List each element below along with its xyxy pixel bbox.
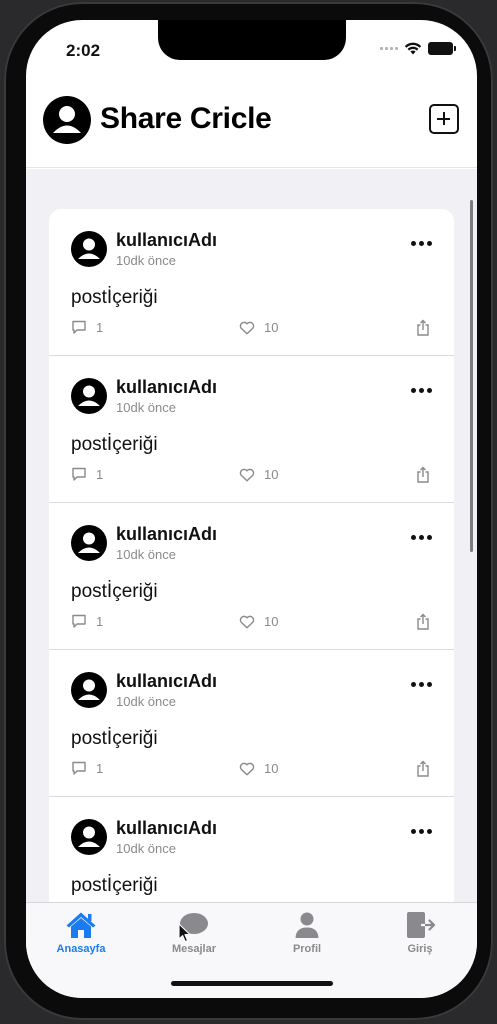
- mouse-cursor-icon: [178, 923, 191, 943]
- post-item[interactable]: kullanıcıAdı 10dk önce postİçeriği 1 10: [49, 650, 454, 797]
- post-content: postİçeriği: [71, 728, 158, 749]
- wifi-icon: [404, 42, 422, 55]
- post-time: 10dk önce: [116, 400, 176, 415]
- share-icon: [417, 760, 429, 777]
- more-options-icon[interactable]: [411, 388, 432, 393]
- feed[interactable]: kullanıcıAdı 10dk önce postİçeriği 1 10: [26, 169, 477, 903]
- tab-label: Giriş: [407, 943, 433, 955]
- more-options-icon[interactable]: [411, 535, 432, 540]
- like-count: 10: [264, 320, 279, 335]
- share-icon: [417, 319, 429, 336]
- comment-icon: [72, 467, 86, 481]
- home-indicator[interactable]: [171, 981, 333, 986]
- more-options-icon[interactable]: [411, 682, 432, 687]
- post-avatar-icon[interactable]: [71, 672, 107, 708]
- more-options-icon[interactable]: [411, 829, 432, 834]
- post-item[interactable]: kullanıcıAdı 10dk önce postİçeriği 1 10: [49, 209, 454, 356]
- post-list: kullanıcıAdı 10dk önce postİçeriği 1 10: [49, 209, 454, 903]
- post-time: 10dk önce: [116, 253, 176, 268]
- house-icon: [66, 912, 96, 938]
- more-options-icon[interactable]: [411, 241, 432, 246]
- post-item[interactable]: kullanıcıAdı 10dk önce postİçeriği 1 10: [49, 356, 454, 503]
- tab-label: Profil: [292, 943, 322, 955]
- cellular-signal-icon: [380, 47, 398, 50]
- post-item[interactable]: kullanıcıAdı 10dk önce postİçeriği 1 10: [49, 503, 454, 650]
- post-avatar-icon[interactable]: [71, 819, 107, 855]
- status-time: 2:02: [66, 41, 101, 60]
- door-arrow-icon: [407, 912, 436, 938]
- post-username[interactable]: kullanıcıAdı: [116, 818, 217, 839]
- heart-icon: [239, 762, 255, 775]
- heart-icon: [239, 615, 255, 628]
- post-content: postİçeriği: [71, 434, 158, 455]
- post-username[interactable]: kullanıcıAdı: [116, 671, 217, 692]
- post-content: postİçeriği: [71, 875, 158, 896]
- comment-icon: [72, 320, 86, 334]
- post-item[interactable]: kullanıcıAdı 10dk önce postİçeriği: [49, 797, 454, 903]
- share-button[interactable]: [416, 319, 430, 341]
- tab-profile[interactable]: Profil: [257, 911, 357, 955]
- share-icon: [417, 613, 429, 630]
- notch: [158, 20, 346, 60]
- post-avatar-icon[interactable]: [71, 378, 107, 414]
- tab-label: Mesajlar: [171, 943, 217, 955]
- like-count: 10: [264, 467, 279, 482]
- app-header: Share Cricle: [26, 80, 477, 168]
- post-time: 10dk önce: [116, 841, 176, 856]
- heart-icon: [239, 321, 255, 334]
- like-button[interactable]: 10: [239, 761, 278, 776]
- like-count: 10: [264, 614, 279, 629]
- app-screen: 2:02 Share Cricle kullanıcıAdı 10dk önce…: [26, 20, 477, 998]
- status-icons: [380, 42, 456, 55]
- like-button[interactable]: 10: [239, 614, 278, 629]
- post-avatar-icon[interactable]: [71, 231, 107, 267]
- comment-icon: [72, 761, 86, 775]
- tab-messages[interactable]: Mesajlar: [144, 911, 244, 955]
- share-button[interactable]: [416, 760, 430, 782]
- post-username[interactable]: kullanıcıAdı: [116, 524, 217, 545]
- share-button[interactable]: [416, 613, 430, 635]
- comment-button[interactable]: 1: [71, 761, 103, 776]
- share-icon: [417, 466, 429, 483]
- post-username[interactable]: kullanıcıAdı: [116, 230, 217, 251]
- tab-login[interactable]: Giriş: [370, 911, 470, 955]
- post-username[interactable]: kullanıcıAdı: [116, 377, 217, 398]
- scrollbar[interactable]: [470, 200, 473, 552]
- add-post-button[interactable]: [429, 104, 459, 134]
- comment-count: 1: [96, 467, 104, 482]
- post-time: 10dk önce: [116, 694, 176, 709]
- like-button[interactable]: 10: [239, 320, 278, 335]
- comment-icon: [72, 614, 86, 628]
- page-title: Share Cricle: [100, 102, 272, 135]
- like-button[interactable]: 10: [239, 467, 278, 482]
- post-avatar-icon[interactable]: [71, 525, 107, 561]
- tab-home[interactable]: Anasayfa: [31, 911, 131, 955]
- post-content: postİçeriği: [71, 581, 158, 602]
- comment-count: 1: [96, 320, 104, 335]
- comment-button[interactable]: 1: [71, 320, 103, 335]
- post-time: 10dk önce: [116, 547, 176, 562]
- comment-count: 1: [96, 614, 104, 629]
- post-content: postİçeriği: [71, 287, 158, 308]
- comment-button[interactable]: 1: [71, 614, 103, 629]
- heart-icon: [239, 468, 255, 481]
- tab-label: Anasayfa: [56, 943, 106, 955]
- user-avatar-icon[interactable]: [43, 96, 91, 144]
- comment-button[interactable]: 1: [71, 467, 103, 482]
- battery-icon: [428, 42, 456, 55]
- share-button[interactable]: [416, 466, 430, 488]
- person-icon: [295, 912, 319, 938]
- like-count: 10: [264, 761, 279, 776]
- comment-count: 1: [96, 761, 104, 776]
